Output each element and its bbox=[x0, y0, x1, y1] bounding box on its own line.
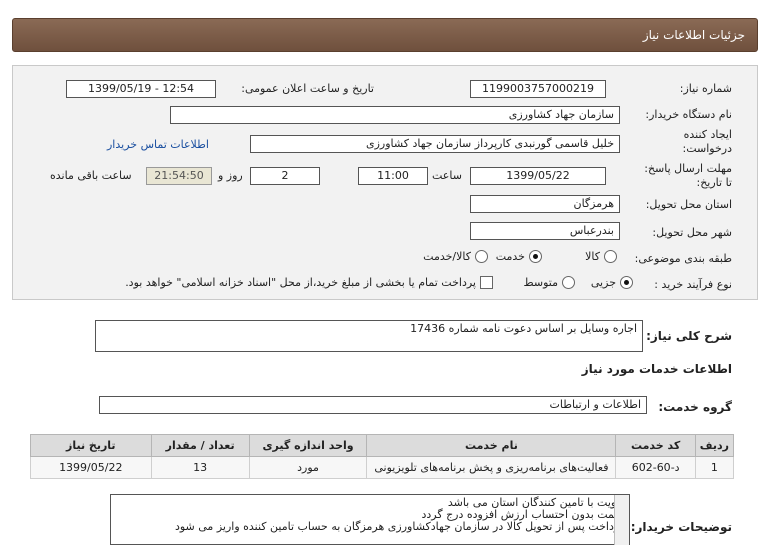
col-row-number: ردیف bbox=[694, 434, 735, 457]
service-group-label: گروه خدمت: bbox=[658, 400, 732, 414]
buyer-notes-field[interactable]: الویت با تامین کنندگان استان می باشد قیم… bbox=[110, 494, 630, 545]
days-label: روز و bbox=[218, 169, 243, 182]
cell-quantity: 13 bbox=[150, 456, 250, 479]
cell-service-name: فعالیت‌های برنامه‌ریزی و پخش برنامه‌های … bbox=[366, 456, 617, 479]
cell-row-number: 1 bbox=[694, 456, 735, 479]
category-option-goods-service[interactable]: کالا/خدمت bbox=[423, 250, 488, 263]
process-type-label: نوع فرآیند خرید : bbox=[654, 278, 732, 291]
process-medium-radio[interactable] bbox=[562, 276, 575, 289]
city-label: شهر محل تحویل: bbox=[652, 226, 732, 239]
treasury-payment-option[interactable]: پرداخت تمام یا بخشی از مبلغ خرید،از محل … bbox=[125, 276, 493, 289]
process-option-minor[interactable]: جزیی bbox=[591, 276, 633, 289]
deadline-label-line1: مهلت ارسال پاسخ: bbox=[644, 162, 732, 175]
city-field[interactable]: بندرعباس bbox=[470, 222, 620, 240]
process-minor-radio[interactable] bbox=[620, 276, 633, 289]
col-service-code: کد خدمت bbox=[615, 434, 696, 457]
page-title: جزئیات اطلاعات نیاز bbox=[642, 28, 745, 42]
cell-service-code: د-60-602 bbox=[615, 456, 696, 479]
buyer-notes-label: توضیحات خریدار: bbox=[630, 520, 732, 534]
category-goods-radio[interactable] bbox=[604, 250, 617, 263]
category-service-label: خدمت bbox=[495, 250, 525, 263]
announce-date-field[interactable]: 1399/05/19 - 12:54 bbox=[66, 80, 216, 98]
province-field[interactable]: هرمزگان bbox=[470, 195, 620, 213]
category-option-service[interactable]: خدمت bbox=[496, 250, 542, 263]
remaining-time-field: 21:54:50 bbox=[146, 167, 212, 185]
category-goods-service-radio[interactable] bbox=[475, 250, 488, 263]
summary-label: شرح کلی نیاز: bbox=[646, 329, 732, 343]
category-label: طبقه بندی موضوعی: bbox=[634, 252, 732, 265]
treasury-payment-label: پرداخت تمام یا بخشی از مبلغ خرید،از محل … bbox=[125, 276, 476, 289]
cell-need-date: 1399/05/22 bbox=[30, 456, 152, 479]
notes-scrollbar[interactable] bbox=[614, 495, 629, 545]
category-goods-service-label: کالا/خدمت bbox=[423, 250, 471, 263]
days-remaining-field[interactable]: 2 bbox=[250, 167, 320, 185]
creator-field[interactable]: خلیل قاسمی گورنبدی کارپرداز سازمان جهاد … bbox=[250, 135, 620, 153]
buyer-org-field[interactable]: سازمان جهاد کشاورزی bbox=[170, 106, 620, 124]
remaining-time-label: ساعت باقی مانده bbox=[50, 169, 132, 182]
announce-date-label: تاریخ و ساعت اعلان عمومی: bbox=[241, 82, 374, 95]
need-number-label: شماره نیاز: bbox=[679, 82, 732, 95]
deadline-label-line2: تا تاریخ: bbox=[696, 176, 732, 189]
category-service-radio[interactable] bbox=[529, 250, 542, 263]
province-label: استان محل تحویل: bbox=[645, 198, 732, 211]
summary-field[interactable]: اجاره وسایل بر اساس دعوت نامه شماره 1743… bbox=[95, 320, 643, 352]
buyer-org-label: نام دستگاه خریدار: bbox=[645, 108, 732, 121]
deadline-time-label: ساعت bbox=[432, 169, 462, 182]
deadline-date-field[interactable]: 1399/05/22 bbox=[470, 167, 606, 185]
buyer-contact-link[interactable]: اطلاعات تماس خریدار bbox=[107, 138, 209, 151]
table-row[interactable]: 1 د-60-602 فعالیت‌های برنامه‌ریزی و پخش … bbox=[30, 456, 735, 479]
creator-label-line2: درخواست: bbox=[682, 142, 732, 155]
process-option-medium[interactable]: متوسط bbox=[523, 276, 575, 289]
service-group-field[interactable]: اطلاعات و ارتباطات bbox=[99, 396, 647, 414]
services-section-title: اطلاعات خدمات مورد نیاز bbox=[581, 362, 732, 376]
services-table: ردیف کد خدمت نام خدمت واحد اندازه گیری ت… bbox=[30, 434, 735, 479]
page-header: جزئیات اطلاعات نیاز bbox=[12, 18, 758, 52]
table-header-row: ردیف کد خدمت نام خدمت واحد اندازه گیری ت… bbox=[30, 434, 735, 457]
col-service-name: نام خدمت bbox=[366, 434, 617, 457]
process-medium-label: متوسط bbox=[523, 276, 558, 289]
col-quantity: تعداد / مقدار bbox=[150, 434, 250, 457]
buyer-note-line: پرداخت پس از تحویل کالا در سازمان جهادکش… bbox=[174, 520, 623, 533]
category-goods-label: کالا bbox=[585, 250, 600, 263]
creator-label-line1: ایجاد کننده bbox=[683, 128, 732, 141]
treasury-payment-checkbox[interactable] bbox=[480, 276, 493, 289]
need-number-field[interactable]: 1199003757000219 bbox=[470, 80, 606, 98]
col-unit: واحد اندازه گیری bbox=[248, 434, 368, 457]
process-minor-label: جزیی bbox=[590, 276, 616, 289]
deadline-time-field[interactable]: 11:00 bbox=[358, 167, 428, 185]
cell-unit: مورد bbox=[248, 456, 368, 479]
category-option-goods[interactable]: کالا bbox=[585, 250, 617, 263]
col-need-date: تاریخ نیاز bbox=[30, 434, 152, 457]
